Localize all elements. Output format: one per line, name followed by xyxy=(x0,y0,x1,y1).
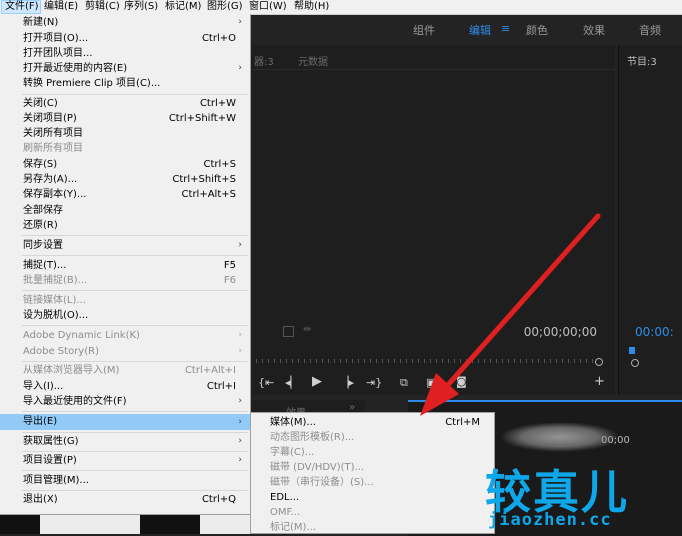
watermark-url: jiaozhen.cc xyxy=(488,510,612,530)
annotation-arrow xyxy=(420,213,601,416)
